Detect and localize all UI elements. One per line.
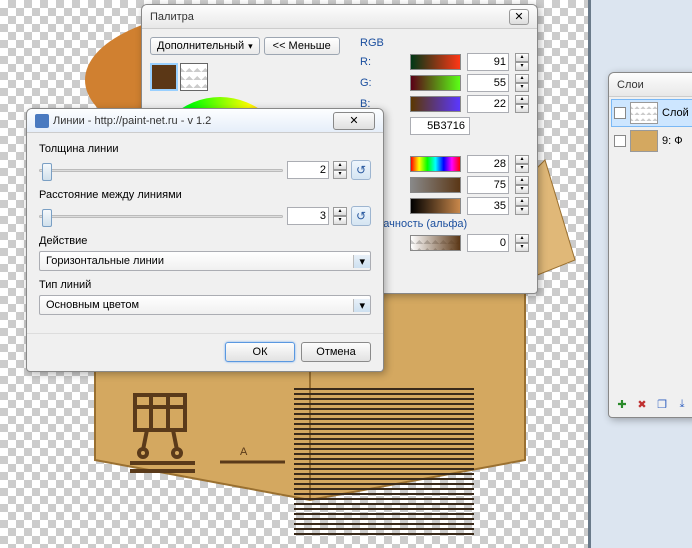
color-mode-combo[interactable]: Дополнительный (150, 37, 260, 55)
canvas-border (588, 0, 591, 548)
duplicate-layer-button[interactable]: ❐ (653, 395, 671, 413)
layer-visibility-checkbox[interactable] (614, 135, 626, 147)
thickness-slider[interactable] (39, 169, 283, 172)
merge-layer-button[interactable]: ⤓ (673, 395, 691, 413)
palette-titlebar[interactable]: Палитра ✕ (142, 5, 537, 29)
layer-thumbnail (630, 102, 658, 124)
letter-a: A (240, 446, 248, 458)
action-combo[interactable]: Горизонтальные линии (39, 251, 371, 271)
ok-button[interactable]: ОК (225, 342, 295, 362)
thickness-reset-button[interactable]: ↺ (351, 160, 371, 180)
distance-label: Расстояние между линиями (39, 189, 371, 201)
thickness-label: Толщина линии (39, 143, 371, 155)
layers-title: Слои (617, 79, 644, 91)
g-slider[interactable] (410, 75, 461, 91)
alpha-section-label: розрачность (альфа) (360, 218, 529, 230)
s-spinner[interactable]: ▴▾ (515, 176, 529, 194)
lines-close-button[interactable]: ✕ (333, 112, 375, 130)
type-combo[interactable]: Основным цветом (39, 295, 371, 315)
cancel-button[interactable]: Отмена (301, 342, 371, 362)
lines-titlebar[interactable]: Линии - http://paint-net.ru - v 1.2 ✕ (27, 109, 383, 133)
h-input[interactable] (467, 155, 509, 173)
alpha-slider[interactable] (410, 235, 461, 251)
g-input[interactable] (467, 74, 509, 92)
g-spinner[interactable]: ▴▾ (515, 74, 529, 92)
layer-item[interactable]: 9: Ф (611, 127, 692, 155)
rgb-section-label: RGB (360, 37, 529, 49)
layer-name: Слой (662, 107, 689, 119)
palette-title: Палитра (150, 11, 194, 23)
less-button[interactable]: << Меньше (264, 37, 340, 55)
alpha-input[interactable] (467, 234, 509, 252)
r-label: R: (360, 56, 404, 68)
layers-toolbar: ✚ ✖ ❐ ⤓ (613, 395, 692, 413)
layers-panel: Слои Слой 9: Ф ✚ ✖ ❐ ⤓ (608, 72, 692, 418)
secondary-color-swatch[interactable] (180, 63, 208, 91)
b-spinner[interactable]: ▴▾ (515, 95, 529, 113)
s-slider[interactable] (410, 177, 461, 193)
layer-thumbnail (630, 130, 658, 152)
delete-layer-button[interactable]: ✖ (633, 395, 651, 413)
alpha-spinner[interactable]: ▴▾ (515, 234, 529, 252)
distance-input[interactable] (287, 207, 329, 225)
lines-pattern-preview (294, 385, 474, 535)
type-label: Тип линий (39, 279, 371, 291)
layer-visibility-checkbox[interactable] (614, 107, 626, 119)
primary-color-swatch[interactable] (150, 63, 178, 91)
thickness-spinner[interactable]: ▴▾ (333, 161, 347, 179)
palette-close-button[interactable]: ✕ (509, 9, 529, 25)
lines-title: Линии - http://paint-net.ru - v 1.2 (53, 115, 211, 127)
b-input[interactable] (467, 95, 509, 113)
layer-name: 9: Ф (662, 135, 683, 147)
hsv-section-label: V (360, 139, 529, 151)
layers-titlebar[interactable]: Слои (609, 73, 692, 97)
h-spinner[interactable]: ▴▾ (515, 155, 529, 173)
add-layer-button[interactable]: ✚ (613, 395, 631, 413)
lines-icon (35, 114, 49, 128)
g-label: G: (360, 77, 404, 89)
r-slider[interactable] (410, 54, 461, 70)
r-spinner[interactable]: ▴▾ (515, 53, 529, 71)
layer-item[interactable]: Слой (611, 99, 692, 127)
v-input[interactable] (467, 197, 509, 215)
v-spinner[interactable]: ▴▾ (515, 197, 529, 215)
v-slider[interactable] (410, 198, 461, 214)
b-slider[interactable] (410, 96, 461, 112)
r-input[interactable] (467, 53, 509, 71)
thickness-input[interactable] (287, 161, 329, 179)
distance-spinner[interactable]: ▴▾ (333, 207, 347, 225)
s-input[interactable] (467, 176, 509, 194)
h-slider[interactable] (410, 156, 461, 172)
action-label: Действие (39, 235, 371, 247)
distance-slider[interactable] (39, 215, 283, 218)
hex-input[interactable] (410, 117, 470, 135)
lines-dialog: Линии - http://paint-net.ru - v 1.2 ✕ То… (26, 108, 384, 372)
distance-reset-button[interactable]: ↺ (351, 206, 371, 226)
